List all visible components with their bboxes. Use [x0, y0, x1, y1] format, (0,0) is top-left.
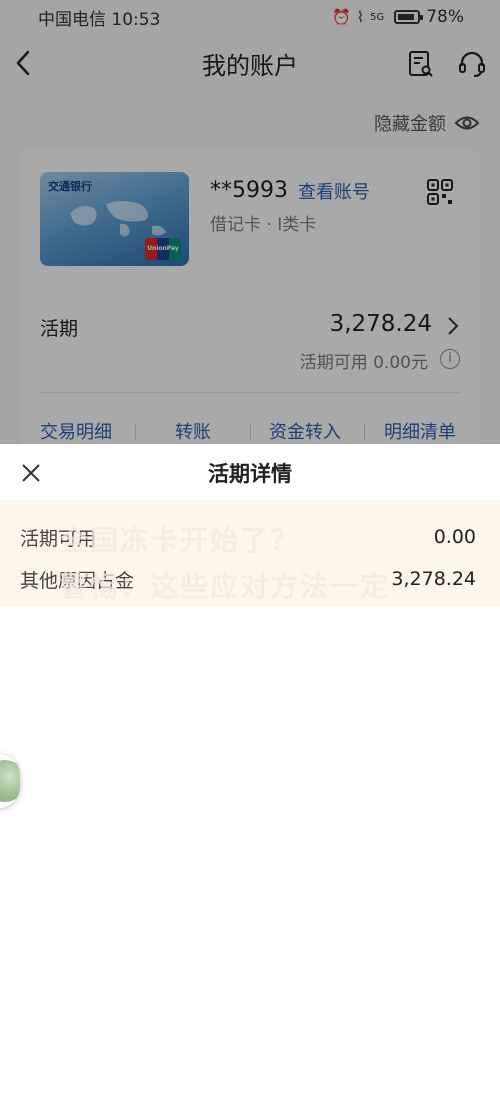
detail-list: 活期可用 0.00 其他原因占金 3,278.24 [0, 503, 500, 607]
detail-value: 0.00 [433, 526, 476, 548]
close-icon[interactable] [20, 462, 42, 484]
detail-row-available: 活期可用 0.00 [20, 522, 476, 552]
detail-value: 3,278.24 [391, 568, 476, 590]
avatar-image [0, 760, 20, 802]
detail-label: 活期可用 [20, 527, 97, 550]
detail-row-other-occupied: 其他原因占金 3,278.24 [20, 564, 476, 594]
sheet-header: 活期详情 [0, 444, 500, 502]
sheet-title: 活期详情 [208, 461, 292, 486]
detail-label: 其他原因占金 [20, 569, 135, 592]
current-details-sheet: 活期详情 活期可用 0.00 其他原因占金 3,278.24 全国冻卡开始了？ … [0, 444, 500, 1111]
